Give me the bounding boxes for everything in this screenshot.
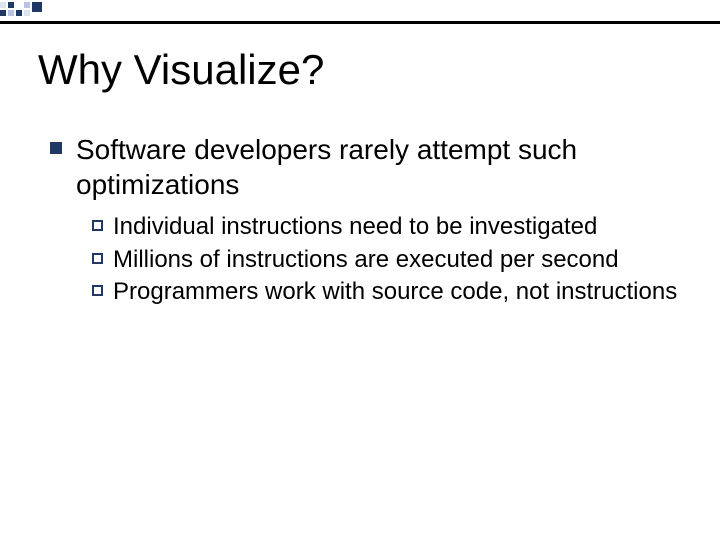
- hollow-square-bullet-icon: [92, 285, 103, 296]
- bullet-level2-text: Programmers work with source code, not i…: [113, 277, 677, 308]
- bullet-level2: Programmers work with source code, not i…: [92, 277, 686, 308]
- bullet-level2: Millions of instructions are executed pe…: [92, 245, 686, 276]
- subpoints-group: Individual instructions need to be inves…: [92, 212, 686, 308]
- hollow-square-bullet-icon: [92, 220, 103, 231]
- bullet-level2-text: Individual instructions need to be inves…: [113, 212, 597, 243]
- bullet-level2: Individual instructions need to be inves…: [92, 212, 686, 243]
- header-decoration: [0, 0, 720, 20]
- square-bullet-icon: [50, 142, 62, 154]
- slide-title: Why Visualize?: [38, 46, 686, 94]
- slide-content: Why Visualize? Software developers rarel…: [38, 46, 686, 310]
- bullet-level1: Software developers rarely attempt such …: [50, 132, 686, 202]
- horizontal-rule: [0, 21, 720, 24]
- bullet-level2-text: Millions of instructions are executed pe…: [113, 245, 619, 276]
- bullet-level1-text: Software developers rarely attempt such …: [76, 132, 686, 202]
- hollow-square-bullet-icon: [92, 253, 103, 264]
